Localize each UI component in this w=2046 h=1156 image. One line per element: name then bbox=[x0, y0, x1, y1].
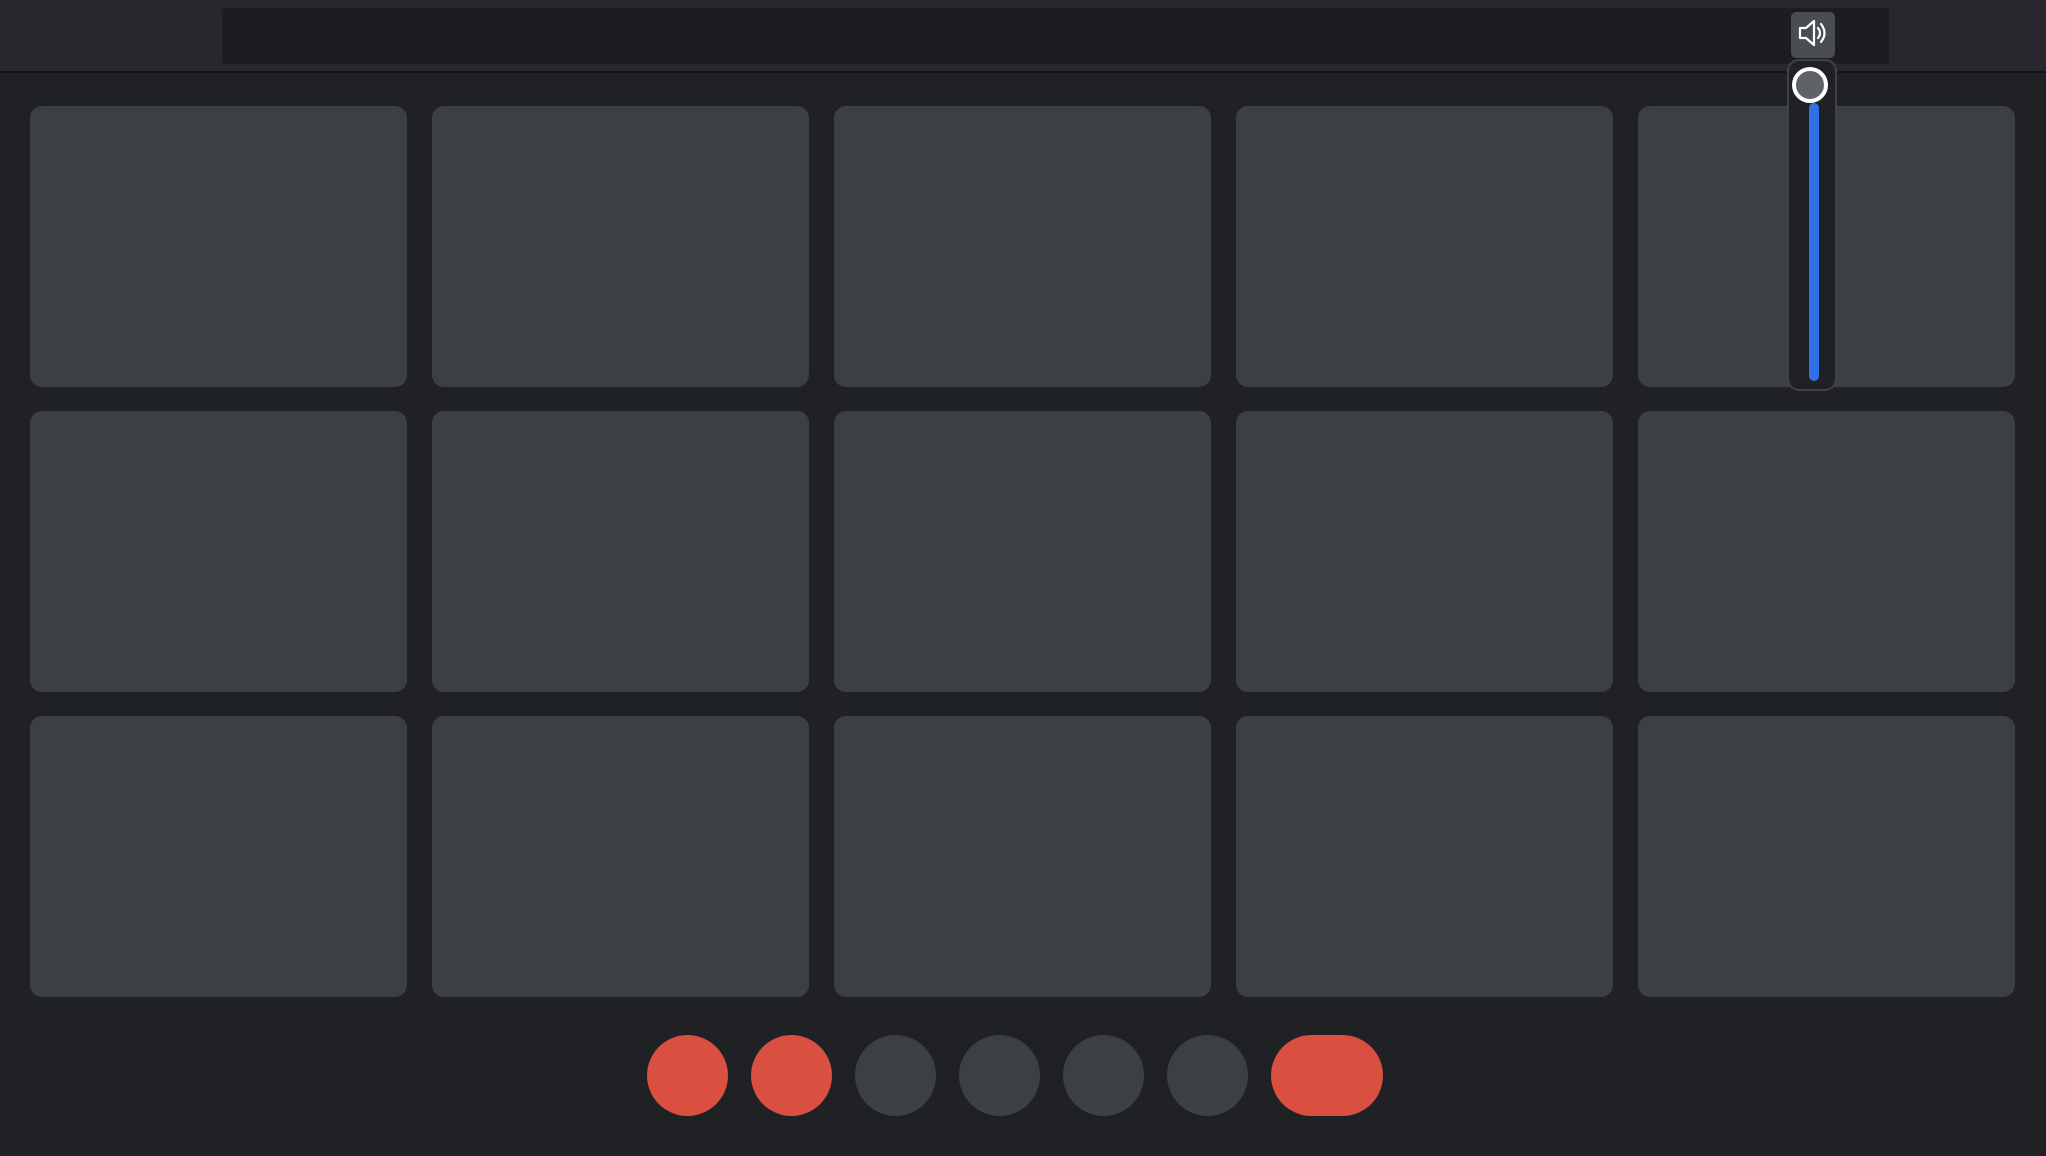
control-button-1[interactable] bbox=[647, 1035, 728, 1116]
top-bar bbox=[0, 0, 2046, 73]
volume-slider-fill bbox=[1809, 103, 1819, 381]
top-bar-field bbox=[222, 8, 1889, 64]
participant-grid bbox=[30, 106, 2015, 997]
video-tile[interactable] bbox=[1236, 411, 1613, 692]
control-button-5[interactable] bbox=[1063, 1035, 1144, 1116]
volume-button[interactable] bbox=[1791, 12, 1835, 58]
video-tile[interactable] bbox=[1236, 716, 1613, 997]
control-button-6[interactable] bbox=[1167, 1035, 1248, 1116]
volume-slider-thumb[interactable] bbox=[1792, 67, 1828, 103]
video-tile[interactable] bbox=[1236, 106, 1613, 387]
volume-slider-popup bbox=[1787, 59, 1837, 391]
video-tile[interactable] bbox=[432, 716, 809, 997]
volume-slider-track[interactable] bbox=[1809, 103, 1819, 381]
video-tile[interactable] bbox=[432, 411, 809, 692]
control-button-2[interactable] bbox=[751, 1035, 832, 1116]
call-controls-bar bbox=[647, 1035, 1383, 1116]
video-tile[interactable] bbox=[432, 106, 809, 387]
video-tile[interactable] bbox=[30, 411, 407, 692]
video-tile[interactable] bbox=[1638, 411, 2015, 692]
video-tile[interactable] bbox=[1638, 716, 2015, 997]
video-tile[interactable] bbox=[834, 106, 1211, 387]
video-tile[interactable] bbox=[834, 716, 1211, 997]
end-call-button[interactable] bbox=[1271, 1035, 1383, 1116]
video-tile[interactable] bbox=[30, 106, 407, 387]
speaker-volume-icon bbox=[1796, 16, 1830, 55]
video-tile[interactable] bbox=[834, 411, 1211, 692]
control-button-4[interactable] bbox=[959, 1035, 1040, 1116]
control-button-3[interactable] bbox=[855, 1035, 936, 1116]
video-tile[interactable] bbox=[30, 716, 407, 997]
